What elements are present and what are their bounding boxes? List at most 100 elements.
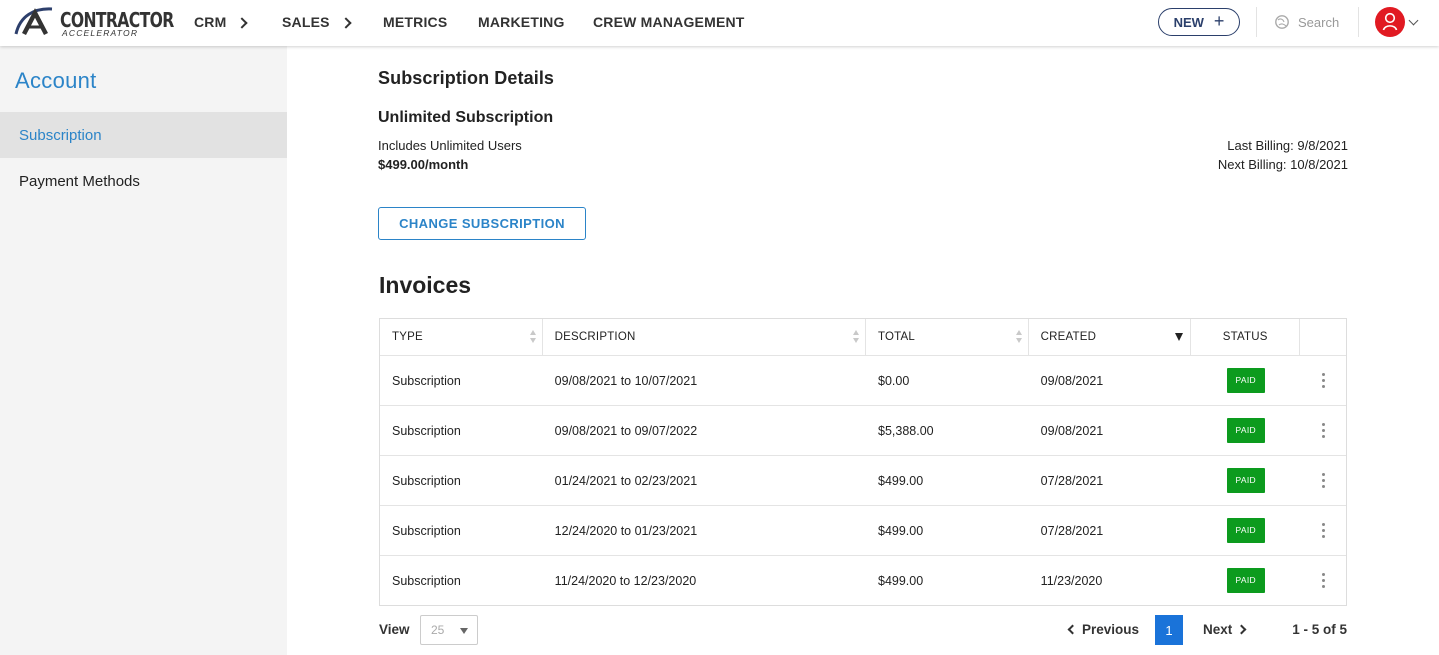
cell-created: 09/08/2021	[1040, 373, 1104, 388]
nav-crm[interactable]: CRM	[194, 14, 249, 30]
cell-total: $5,388.00	[878, 423, 934, 438]
cell-status: PAID	[1191, 356, 1300, 405]
sort-icon	[852, 330, 860, 344]
page-1-button[interactable]: 1	[1155, 615, 1183, 645]
cell-type: Subscription	[392, 473, 461, 488]
divider	[1358, 7, 1359, 37]
sidebar-item-payment-methods[interactable]: Payment Methods	[0, 158, 287, 204]
row-menu[interactable]	[1300, 506, 1346, 555]
column-header-status: STATUS	[1191, 319, 1301, 355]
row-menu[interactable]	[1300, 556, 1346, 605]
cell-type: Subscription	[392, 373, 461, 388]
table-row[interactable]: Subscription 01/24/2021 to 02/23/2021 $4…	[380, 455, 1346, 505]
more-vertical-icon[interactable]	[1321, 373, 1325, 388]
cell-status: PAID	[1191, 406, 1300, 455]
divider	[1256, 7, 1257, 37]
chevron-right-icon	[1236, 624, 1247, 635]
row-menu[interactable]	[1300, 456, 1346, 505]
brand-tagline: ACCELERATOR	[62, 28, 139, 38]
brand-logo[interactable]: CONTRACTOR ACCELERATOR	[14, 6, 174, 40]
cell-status: PAID	[1191, 456, 1300, 505]
cell-total: $499.00	[878, 523, 924, 538]
invoices-heading: Invoices	[379, 272, 472, 298]
status-badge: PAID	[1226, 518, 1265, 543]
nav-crew-management[interactable]: CREW MANAGEMENT	[593, 14, 745, 30]
chevron-left-icon	[1067, 624, 1078, 635]
column-header-actions	[1300, 319, 1346, 355]
cell-total: $499.00	[878, 473, 924, 488]
search-box[interactable]: Search	[1274, 14, 1339, 30]
search-icon	[1275, 15, 1289, 29]
cell-created: 07/28/2021	[1040, 523, 1104, 538]
chevron-right-icon	[236, 16, 249, 29]
caret-down-icon	[460, 628, 468, 634]
chevron-down-icon[interactable]	[1408, 15, 1419, 26]
cell-status: PAID	[1191, 556, 1300, 605]
cell-total: $0.00	[878, 373, 910, 388]
status-badge: PAID	[1226, 568, 1265, 593]
nav-metrics[interactable]: METRICS	[383, 14, 447, 30]
status-badge: PAID	[1226, 418, 1265, 443]
row-menu[interactable]	[1300, 406, 1346, 455]
sidebar-item-label: Subscription	[19, 126, 102, 144]
table-row[interactable]: Subscription 11/24/2020 to 12/23/2020 $4…	[380, 555, 1346, 605]
cell-description: 11/24/2020 to 12/23/2020	[554, 573, 697, 588]
sort-descending-icon	[1175, 333, 1184, 341]
nav-marketing-label: MARKETING	[478, 14, 565, 30]
last-billing: Last Billing: 9/8/2021	[1227, 138, 1348, 153]
plus-icon: +	[1213, 11, 1225, 31]
sidebar-item-label: Payment Methods	[19, 172, 140, 190]
logo-mark-icon	[14, 7, 53, 36]
cell-type: Subscription	[392, 423, 461, 438]
user-avatar[interactable]	[1375, 7, 1405, 37]
next-billing: Next Billing: 10/8/2021	[1217, 157, 1348, 172]
status-badge: PAID	[1226, 368, 1265, 393]
cell-description: 09/08/2021 to 10/07/2021	[554, 373, 698, 388]
nav-crew-management-label: CREW MANAGEMENT	[593, 14, 745, 30]
sort-icon	[529, 330, 537, 344]
new-button[interactable]: NEW +	[1158, 8, 1240, 36]
column-header-total[interactable]: TOTAL	[866, 319, 1029, 355]
main-content: Subscription Details Unlimited Subscript…	[287, 46, 1439, 655]
nav-metrics-label: METRICS	[383, 14, 448, 30]
column-header-type[interactable]: TYPE	[380, 319, 543, 355]
chevron-right-icon	[340, 16, 352, 29]
sidebar: Account Subscription Payment Methods	[0, 46, 287, 655]
more-vertical-icon[interactable]	[1321, 423, 1325, 438]
nav-crm-label: CRM	[194, 14, 227, 30]
cell-description: 12/24/2020 to 01/23/2021	[554, 523, 698, 538]
column-label: TYPE	[392, 331, 423, 343]
page-size-select[interactable]: 25	[420, 615, 478, 645]
table-row[interactable]: Subscription 12/24/2020 to 01/23/2021 $4…	[380, 505, 1346, 555]
column-header-description[interactable]: DESCRIPTION	[543, 319, 866, 355]
sort-icon	[1015, 330, 1023, 344]
cell-created: 07/28/2021	[1040, 473, 1104, 488]
change-subscription-button[interactable]: CHANGE SUBSCRIPTION	[378, 207, 586, 240]
cell-type: Subscription	[392, 573, 461, 588]
table-row[interactable]: Subscription 09/08/2021 to 10/07/2021 $0…	[380, 355, 1346, 405]
invoices-table: TYPE DESCRIPTION TOTAL CREATED STATUS Su…	[379, 318, 1347, 606]
row-menu[interactable]	[1300, 356, 1346, 405]
cell-status: PAID	[1191, 506, 1300, 555]
search-placeholder: Search	[1298, 14, 1340, 30]
table-row[interactable]: Subscription 09/08/2021 to 09/07/2022 $5…	[380, 405, 1346, 455]
results-count: 1 - 5 of 5	[1292, 622, 1347, 637]
column-header-created[interactable]: CREATED	[1029, 319, 1192, 355]
top-navbar: CONTRACTOR ACCELERATOR CRM SALES METRICS…	[0, 0, 1439, 46]
new-button-label: NEW	[1173, 14, 1204, 30]
cell-total: $499.00	[878, 573, 924, 588]
cell-created: 09/08/2021	[1040, 423, 1104, 438]
nav-sales[interactable]: SALES	[282, 14, 352, 30]
nav-marketing[interactable]: MARKETING	[478, 14, 565, 30]
subscription-heading: Subscription Details	[378, 68, 555, 88]
previous-label: Previous	[1082, 622, 1140, 637]
more-vertical-icon[interactable]	[1321, 573, 1325, 588]
next-page-button[interactable]: Next	[1203, 622, 1247, 637]
more-vertical-icon[interactable]	[1321, 473, 1325, 488]
sidebar-item-subscription[interactable]: Subscription	[0, 112, 287, 158]
nav-sales-label: SALES	[282, 14, 330, 30]
cell-description: 01/24/2021 to 02/23/2021	[554, 473, 698, 488]
cell-type: Subscription	[392, 523, 461, 538]
more-vertical-icon[interactable]	[1321, 523, 1325, 538]
previous-page-button[interactable]: Previous	[1066, 622, 1139, 637]
